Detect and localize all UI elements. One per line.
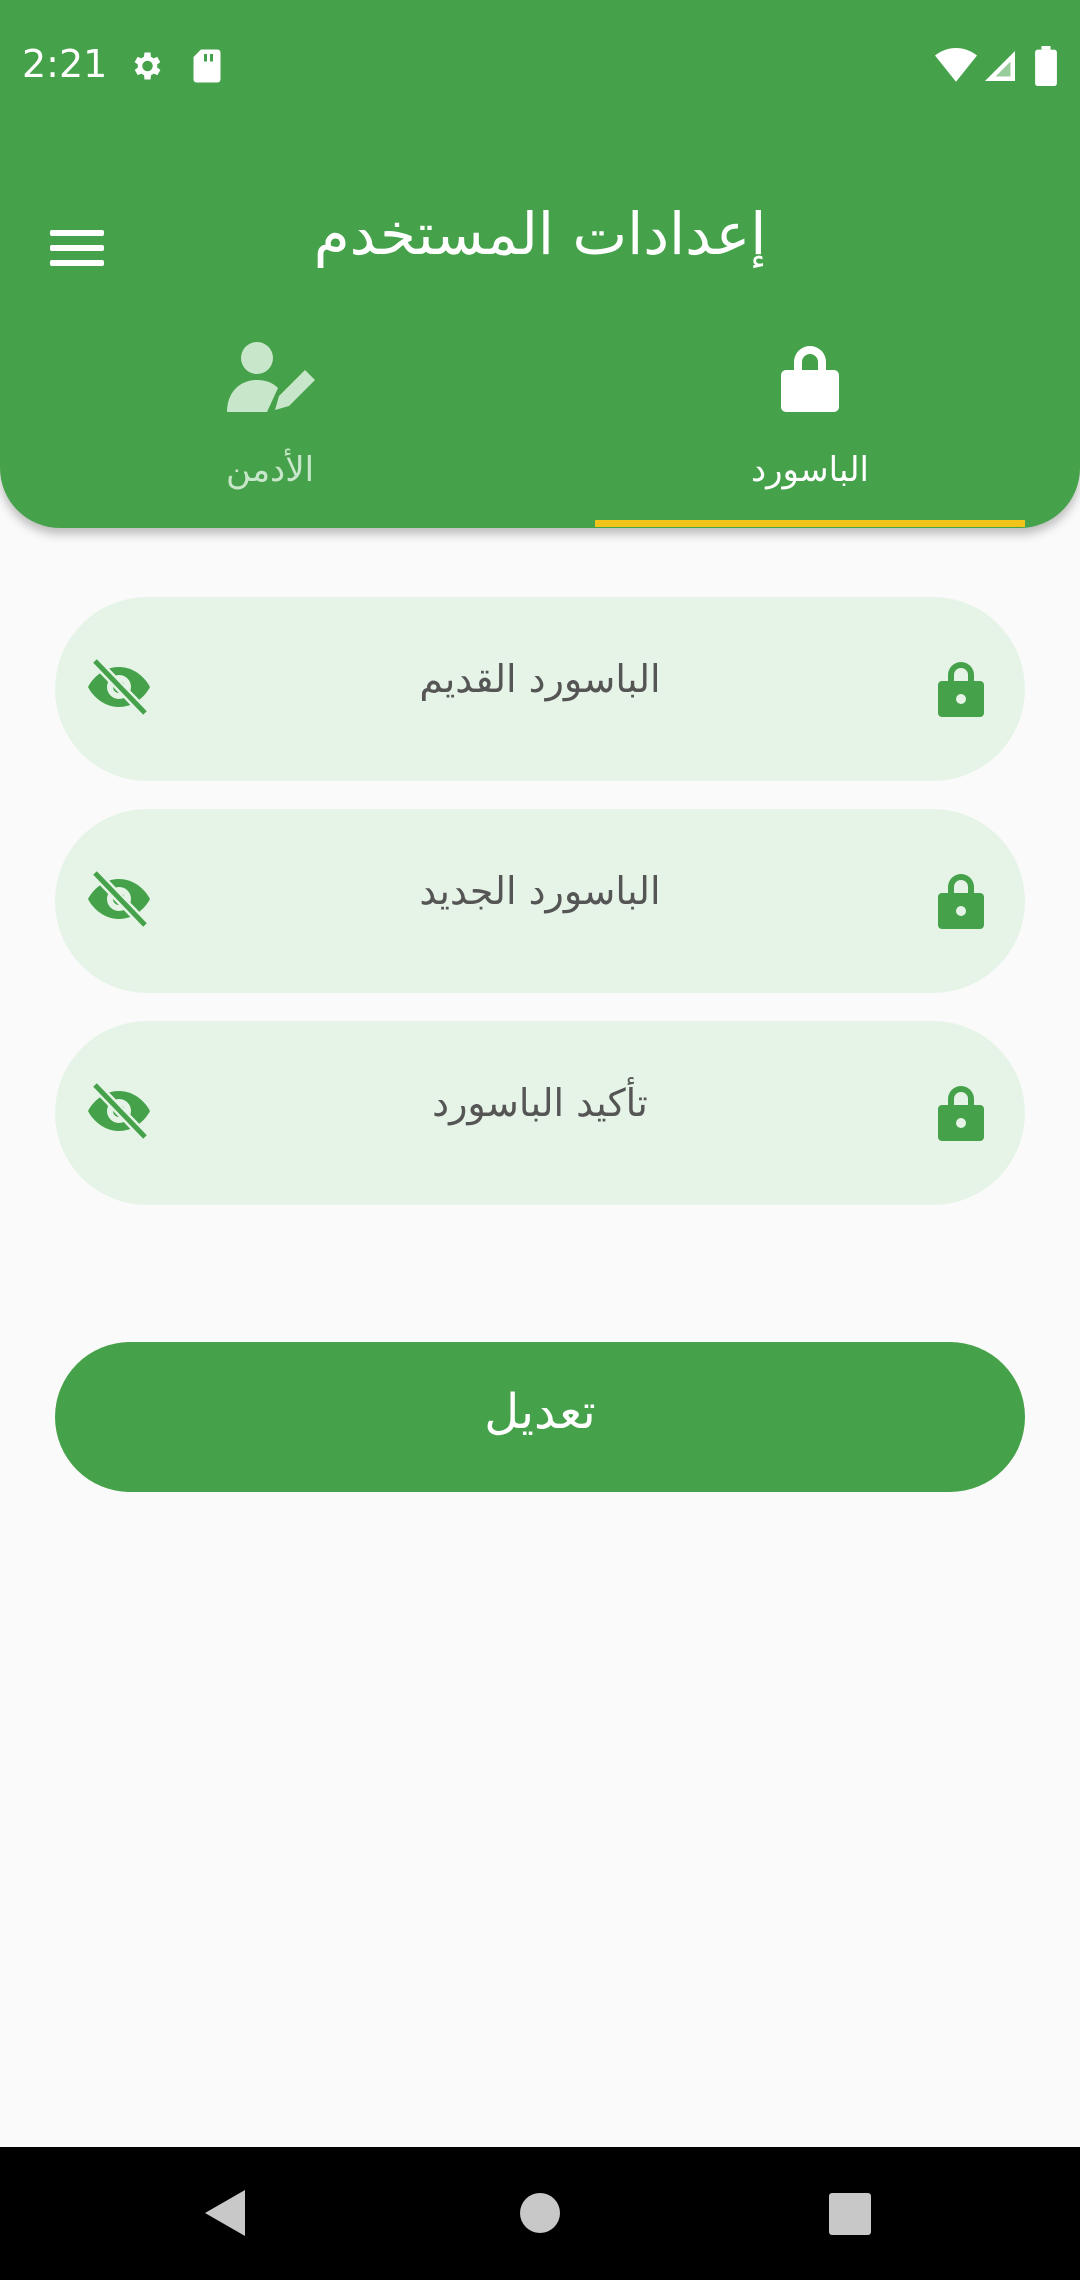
tab-label: الأدمن — [225, 450, 315, 490]
status-time: 2:21 — [22, 42, 108, 86]
tab-indicator — [595, 520, 1025, 527]
tab-admin[interactable]: الأدمن — [0, 330, 540, 528]
tab-label: الباسورد — [750, 450, 870, 490]
field-label: الباسورد الجديد — [419, 869, 661, 913]
new-password-field[interactable]: الباسورد الجديد — [55, 809, 1025, 993]
wifi-icon — [935, 48, 977, 88]
eye-off-icon[interactable] — [87, 1081, 151, 1143]
eye-off-icon[interactable] — [87, 657, 151, 719]
system-nav-bar — [0, 2147, 1080, 2280]
eye-off-icon[interactable] — [87, 869, 151, 931]
user-edit-icon — [225, 340, 315, 418]
recents-icon[interactable] — [829, 2193, 871, 2239]
sd-card-icon — [190, 48, 224, 88]
battery-icon — [1035, 46, 1057, 90]
lock-icon — [937, 1083, 985, 1145]
page-title: إعدادات المستخدم — [313, 200, 767, 268]
lock-icon — [937, 871, 985, 933]
field-label: الباسورد القديم — [419, 657, 661, 701]
submit-button[interactable]: تعديل — [55, 1342, 1025, 1492]
confirm-password-field[interactable]: تأكيد الباسورد — [55, 1021, 1025, 1205]
gear-icon — [128, 48, 164, 88]
lock-icon — [779, 342, 841, 416]
lock-icon — [937, 659, 985, 721]
old-password-field[interactable]: الباسورد القديم — [55, 597, 1025, 781]
app-header: 2:21 إعدادات المستخدم الأدمن الباسورد — [0, 0, 1080, 528]
back-icon[interactable] — [205, 2190, 245, 2240]
signal-icon — [982, 48, 1018, 88]
home-icon[interactable] — [519, 2192, 561, 2238]
status-bar: 2:21 — [0, 0, 1080, 135]
field-label: تأكيد الباسورد — [432, 1081, 648, 1125]
tab-password[interactable]: الباسورد — [540, 330, 1080, 528]
